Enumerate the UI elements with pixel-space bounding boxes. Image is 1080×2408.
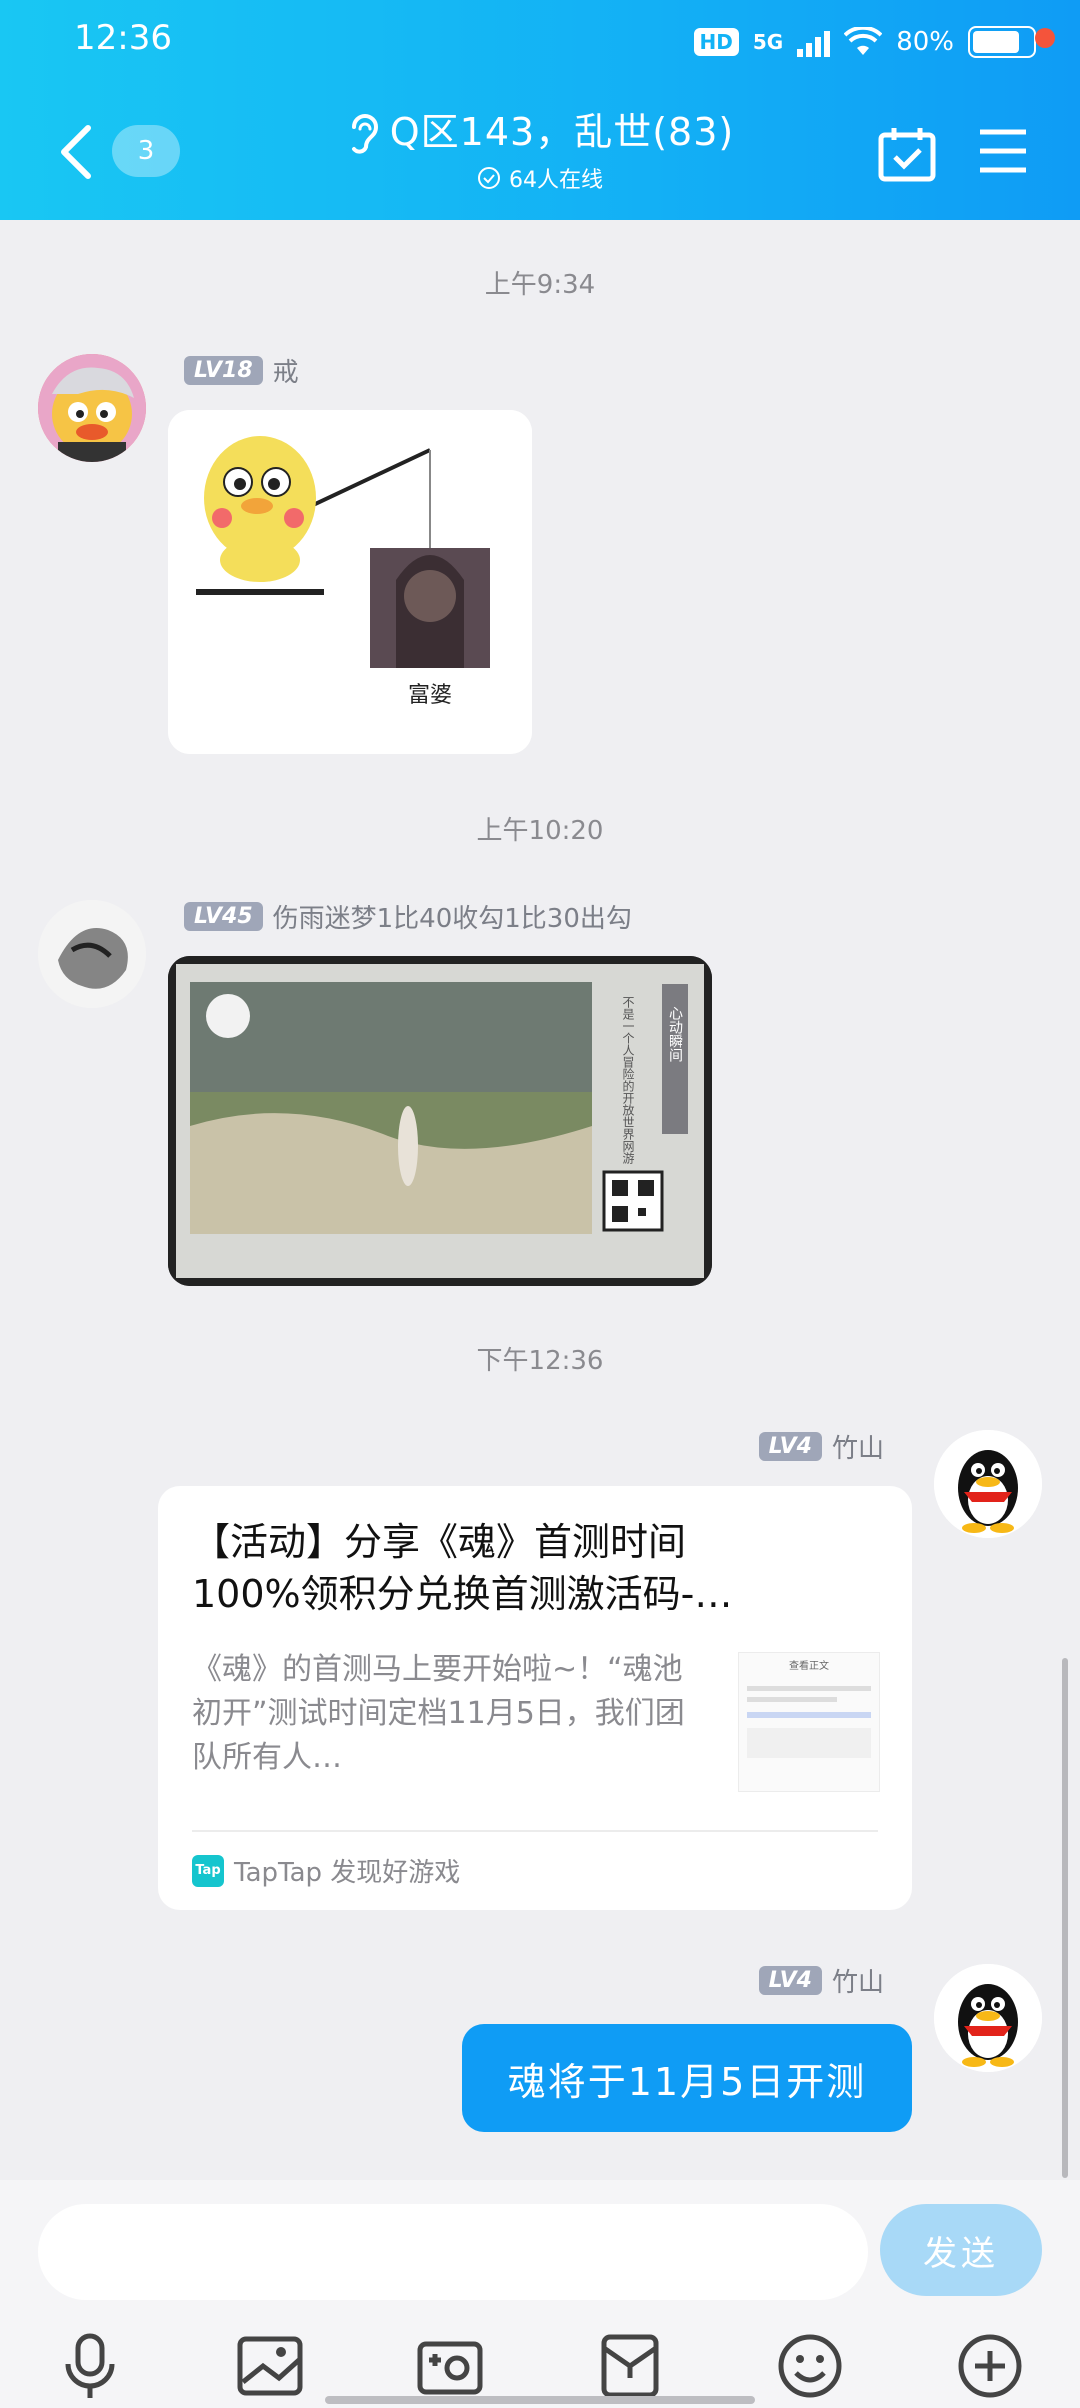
card-title: 【活动】分享《魂》首测时间100%领积分兑换首测激活码-… [192, 1520, 733, 1616]
emoji-button[interactable] [774, 2330, 846, 2402]
notification-dot [1035, 28, 1055, 48]
battery-icon [968, 26, 1036, 58]
signal-icon [797, 27, 831, 57]
scrollbar[interactable] [1062, 1658, 1068, 2178]
battery-percent: 80% [896, 27, 954, 57]
timestamp: 下午12:36 [476, 1346, 604, 1376]
red-packet-icon [601, 2334, 659, 2398]
card-thumbnail: 查看正文 [738, 1652, 880, 1792]
timestamp: 上午10:20 [476, 816, 604, 846]
camera-button[interactable] [414, 2330, 486, 2402]
check-circle-icon [478, 167, 500, 189]
penguin-avatar-icon [934, 1430, 1042, 1538]
chat-title-text: Q区143，乱世(83) [389, 110, 735, 154]
card-source-label: TapTap 发现好游戏 [234, 1858, 461, 1888]
plus-icon [958, 2334, 1022, 2398]
avatar-image [38, 900, 146, 1008]
online-count: 64人在线 [509, 168, 603, 193]
camera-icon [417, 2341, 483, 2395]
red-packet-button[interactable] [594, 2330, 666, 2402]
level-badge: LV4 [758, 1432, 822, 1461]
card-divider [192, 1830, 878, 1832]
penguin-avatar-icon [934, 1964, 1042, 2072]
status-time: 12:36 [74, 18, 172, 58]
status-bar: 12:36 HD 5G 80% [0, 0, 1080, 80]
chat-header: 12:36 HD 5G 80% 3 Q区143，乱世(83) 64人在线 [0, 0, 1080, 220]
timestamp: 上午9:34 [484, 270, 596, 300]
game-poster-image[interactable]: 不是一个人冒险的开放世界网游 心动瞬间 [168, 956, 712, 1286]
poster-slogan: 不是一个人冒险的开放世界网游 [621, 996, 635, 1164]
wifi-icon [844, 27, 883, 55]
message-bubble[interactable]: 魂将于11月5日开测 [462, 2024, 912, 2132]
chat-title-area[interactable]: Q区143，乱世(83) 64人在线 [310, 104, 770, 194]
message-input[interactable] [38, 2204, 868, 2300]
sticker-caption: 富婆 [408, 683, 452, 708]
send-button[interactable]: 发送 [880, 2204, 1042, 2296]
unread-count-badge[interactable]: 3 [112, 125, 180, 177]
calendar-check-icon[interactable] [878, 126, 936, 182]
sender-name: 竹山 [831, 1968, 884, 1998]
image-button[interactable] [234, 2330, 306, 2402]
avatar[interactable] [934, 1964, 1042, 2072]
avatar[interactable] [38, 354, 146, 462]
level-badge: LV4 [758, 1966, 822, 1995]
sender-info: LV4 竹山 [758, 1428, 884, 1468]
home-indicator[interactable] [325, 2396, 755, 2404]
duck-fishing-sticker: 富婆 [168, 410, 532, 754]
network-label: 5G [752, 30, 784, 54]
card-source: Tap TapTap 发现好游戏 [192, 1852, 460, 1889]
avatar-image [38, 354, 146, 462]
input-bar: 发送 [0, 2180, 1080, 2408]
emoji-icon [778, 2334, 842, 2398]
thumb-header: 查看正文 [789, 1661, 829, 1672]
online-status: 64人在线 [310, 162, 770, 194]
image-icon [237, 2336, 303, 2396]
back-arrow-icon[interactable] [54, 122, 98, 182]
avatar[interactable] [38, 900, 146, 1008]
level-badge: LV18 [184, 356, 263, 385]
card-description: 《魂》的首测马上要开始啦~！“魂池初开”测试时间定档11月5日，我们团队所有人… [192, 1652, 685, 1775]
sender-name: 伤雨迷梦1比40收勾1比30出勾 [272, 904, 632, 934]
taptap-logo-icon: Tap [192, 1854, 224, 1887]
status-icons: HD 5G 80% [693, 18, 1036, 66]
sender-name: 戒 [272, 358, 299, 388]
more-button[interactable] [954, 2330, 1026, 2402]
link-share-card[interactable]: 【活动】分享《魂》首测时间100%领积分兑换首测激活码-… 《魂》的首测马上要开… [158, 1486, 912, 1910]
battery-fill [973, 31, 1020, 53]
sender-info: LV45 伤雨迷梦1比40收勾1比30出勾 [184, 898, 632, 938]
avatar[interactable] [934, 1430, 1042, 1538]
mic-icon [65, 2333, 115, 2398]
sender-info: LV18 戒 [184, 352, 299, 392]
nav-bar: 3 Q区143，乱世(83) 64人在线 [0, 80, 1080, 220]
level-badge: LV45 [184, 902, 263, 931]
sender-name: 竹山 [831, 1434, 884, 1464]
ear-icon [351, 113, 378, 154]
menu-icon[interactable] [978, 128, 1028, 174]
poster-tag: 心动瞬间 [667, 1006, 683, 1063]
chat-title: Q区143，乱世(83) [310, 104, 770, 160]
sender-info: LV4 竹山 [758, 1962, 884, 2002]
hd-icon: HD [693, 28, 739, 56]
game-poster: 不是一个人冒险的开放世界网游 心动瞬间 [168, 956, 712, 1286]
sticker-image[interactable]: 富婆 [168, 410, 532, 754]
voice-button[interactable] [54, 2330, 126, 2402]
